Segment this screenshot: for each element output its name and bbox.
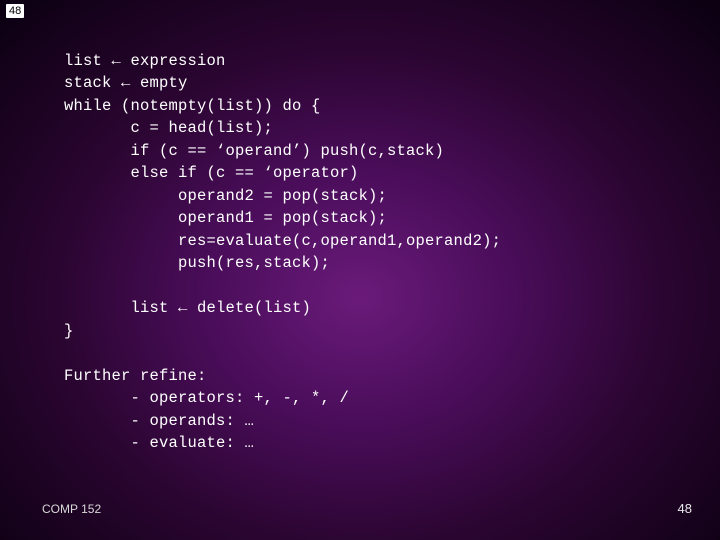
code-block: list ← expression stack ← empty while (n… (64, 50, 690, 454)
code-line: list ← expression (64, 52, 226, 70)
code-line: else if (c == ‘operator) (64, 164, 359, 182)
footer-course-label: COMP 152 (42, 502, 101, 516)
code-line: operand1 = pop(stack); (64, 209, 387, 227)
code-line: } (64, 322, 74, 340)
code-line: - evaluate: … (64, 434, 254, 452)
code-line: res=evaluate(c,operand1,operand2); (64, 232, 501, 250)
code-line: push(res,stack); (64, 254, 330, 272)
code-line: while (notempty(list)) do { (64, 97, 321, 115)
code-line: - operators: +, -, *, / (64, 389, 349, 407)
code-line: operand2 = pop(stack); (64, 187, 387, 205)
code-line: - operands: … (64, 412, 254, 430)
code-line: c = head(list); (64, 119, 273, 137)
code-line: if (c == ‘operand’) push(c,stack) (64, 142, 444, 160)
slide-number-top: 48 (6, 4, 24, 18)
code-line: Further refine: (64, 367, 207, 385)
code-line: stack ← empty (64, 74, 188, 92)
code-line: list ← delete(list) (64, 299, 311, 317)
footer-slide-number: 48 (678, 501, 692, 516)
